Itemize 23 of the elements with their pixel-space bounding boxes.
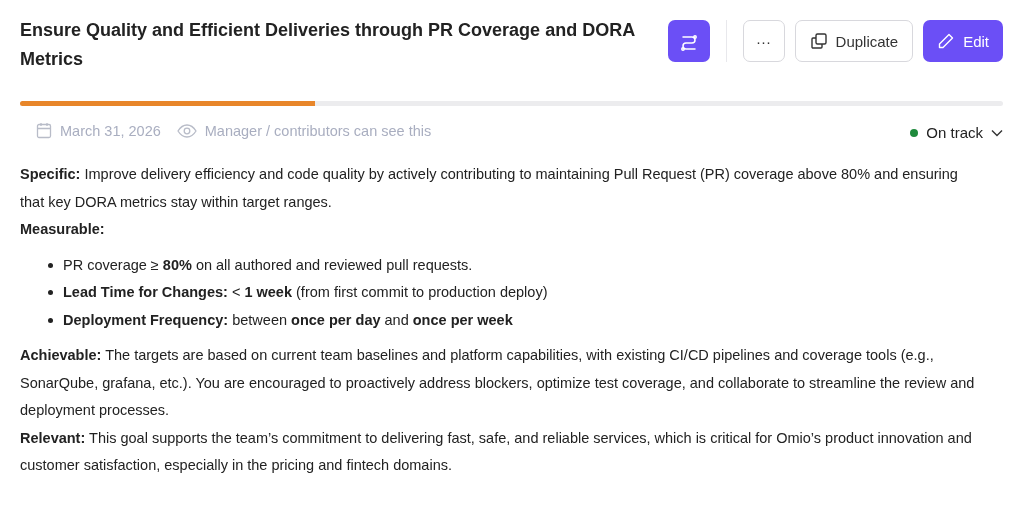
description-paragraph: Measurable: <box>20 220 106 239</box>
bullet-dot <box>48 262 53 268</box>
due-date: March 31, 2026 <box>60 122 161 139</box>
goal-title: Ensure Quality and Efficient Deliveries through PR Coverage and DORA Metrics <box>20 19 636 71</box>
status-dropdown[interactable]: On track <box>910 120 1003 141</box>
description-paragraph: Relevant: This goal supports the team’s commitment to delivering fast, safe, and reliable services, which is critical for Omio’s product innovation and customer satisfaction, especially in the pricing and fintech domains. <box>20 428 973 475</box>
eye-icon <box>176 123 197 138</box>
more-button[interactable]: ··· <box>742 20 785 62</box>
bullet-text: PR coverage ≥ 80% on all authored and reviewed pull requests. <box>63 255 473 275</box>
edit-button[interactable]: Edit <box>923 20 1003 62</box>
calendar-icon <box>36 122 52 139</box>
bullet-dot <box>48 317 53 323</box>
align-button[interactable] <box>667 20 710 62</box>
copy-icon <box>809 32 828 50</box>
description-paragraph: Achievable: The targets are based on current team baselines and platform capabilities, with existing CI/CD pipelines and coverage tools (e.g., SonarQube, grafana, etc.). You are encouraged to proactively address blockers, optimize test coverage, and collaborate to streamline the review and deployment processes. <box>20 346 976 420</box>
bullet-text: Deployment Frequency: between once per day and once per week <box>63 310 513 330</box>
pencil-icon <box>937 32 956 50</box>
chevron-down-icon <box>991 128 1003 137</box>
duplicate-button[interactable]: Duplicate <box>794 20 914 62</box>
description-paragraph: Specific: Improve delivery efficiency and code quality by actively contributing to maintaining Pull Request (PR) coverage above 80% and ensuring that key DORA metrics stay within target ranges. <box>20 165 959 212</box>
bullet-dot <box>48 290 53 296</box>
bullet-text: Lead Time for Changes: < 1 week (from first commit to production deploy) <box>63 283 548 302</box>
visibility-text: Manager / contributors can see this <box>204 122 432 139</box>
